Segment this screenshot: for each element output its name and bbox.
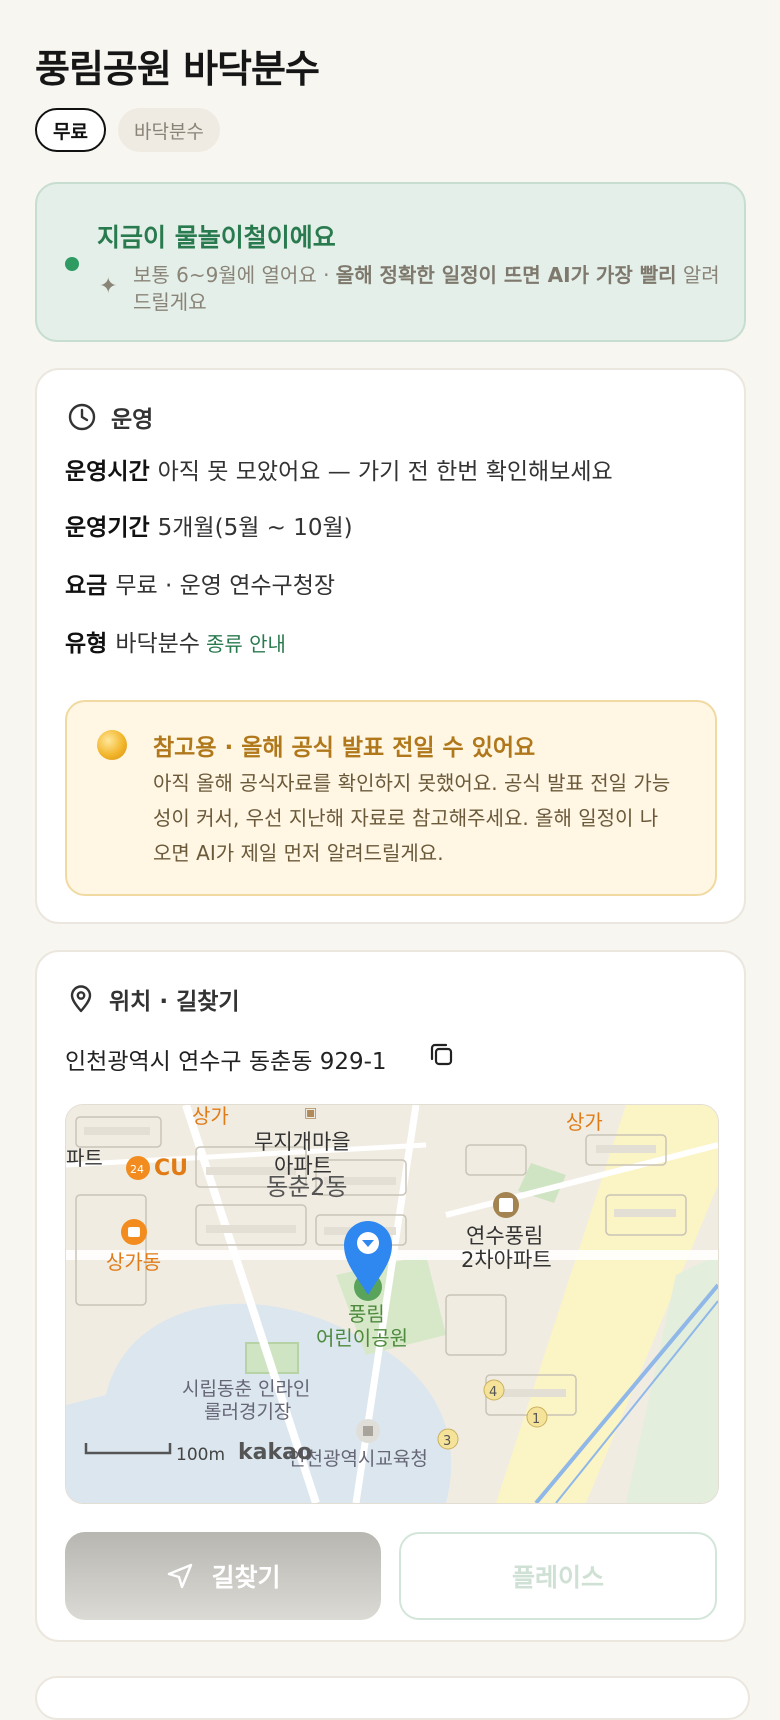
map-label-sangga-tl: 상가 bbox=[192, 1105, 229, 1128]
map-cu-badge: 24 bbox=[130, 1163, 144, 1176]
directions-label: 길찾기 bbox=[211, 1563, 281, 1592]
row-period: 운영기간 5개월(5월 ~ 10월) bbox=[65, 508, 353, 542]
row-label: 운영기간 bbox=[65, 515, 150, 541]
row-value: 5개월(5월 ~ 10월) bbox=[157, 515, 353, 541]
operation-card: 운영 운영시간 아직 못 모았어요 — 가기 전 한번 확인해보세요 운영기간 5개… bbox=[35, 368, 746, 924]
tag-chips: 무료 바닥분수 bbox=[35, 108, 220, 152]
reference-notice: 참고용 · 올해 공식 발표 전일 수 있어요 아직 올해 공식자료를 확인하지… bbox=[65, 700, 717, 896]
season-description: 보통 6~9월에 열어요 · 올해 정확한 일정이 뜨면 AI가 가장 빨리 알… bbox=[133, 262, 723, 316]
map-label-rainbow-1: 무지개마을 bbox=[254, 1130, 351, 1154]
season-sub-bold: 올해 정확한 일정이 뜨면 AI가 가장 빨리 bbox=[335, 263, 677, 287]
chip-floor-fountain[interactable]: 바닥분수 bbox=[117, 108, 220, 152]
map-brand-kakao: kakao bbox=[238, 1440, 312, 1465]
location-heading-label: 위치 · 길찾기 bbox=[109, 989, 240, 1015]
notice-title: 참고용 · 올해 공식 발표 전일 수 있어요 bbox=[153, 735, 536, 761]
notice-body: 아직 올해 공식자료를 확인하지 못했어요. 공식 발표 전일 가능성이 커서,… bbox=[153, 771, 671, 865]
address-text: 인천광역시 연수구 동춘동 929-1 bbox=[65, 1049, 387, 1075]
map-marker-4: 4 bbox=[489, 1385, 497, 1400]
row-label: 운영시간 bbox=[65, 459, 150, 485]
place-button[interactable]: 플레이스 bbox=[399, 1532, 717, 1620]
map-marker-1: 1 bbox=[532, 1412, 540, 1427]
season-banner: 지금이 물놀이철이에요 ✦ 보통 6~9월에 열어요 · 올해 정확한 일정이 … bbox=[35, 182, 746, 342]
map-label-sanggadong: 상가동 bbox=[106, 1250, 161, 1274]
map-label-rink-1: 시립동춘 인라인 bbox=[182, 1378, 310, 1400]
map-label-yeonsu-2: 2차아파트 bbox=[461, 1248, 552, 1272]
map-label-dong: 동춘2동 bbox=[266, 1173, 348, 1201]
map-label-park-1: 풍림 bbox=[348, 1302, 385, 1326]
sparkle-icon: ✦ bbox=[99, 274, 118, 299]
row-fee: 요금 무료 · 운영 연수구청장 bbox=[65, 566, 335, 600]
coin-icon bbox=[97, 730, 127, 760]
map-label-rink-2: 롤러경기장 bbox=[204, 1401, 291, 1423]
row-label: 요금 bbox=[65, 573, 108, 599]
map-label-apt-left: 파트 bbox=[66, 1146, 103, 1170]
map-view[interactable]: 상가 상가 ▣ 무지개마을 아파트 동춘2동 파트 24 CU 상가동 연수풍림 bbox=[65, 1104, 719, 1504]
location-card: 위치 · 길찾기 인천광역시 연수구 동춘동 929-1 상가 상가 ▣ 무지개… bbox=[35, 950, 746, 1642]
page-title: 풍림공원 바닥분수 bbox=[35, 47, 320, 91]
operation-heading-label: 운영 bbox=[111, 407, 154, 433]
row-hours: 운영시간 아직 못 모았어요 — 가기 전 한번 확인해보세요 bbox=[65, 452, 613, 486]
map-canvas: 상가 상가 ▣ 무지개마을 아파트 동춘2동 파트 24 CU 상가동 연수풍림 bbox=[66, 1105, 718, 1503]
map-marker-3: 3 bbox=[443, 1434, 451, 1449]
type-guide-link[interactable]: 종류 안내 bbox=[206, 632, 286, 656]
svg-text:▣: ▣ bbox=[304, 1105, 317, 1121]
chip-free[interactable]: 무료 bbox=[35, 108, 106, 152]
row-value: 아직 못 모았어요 — 가기 전 한번 확인해보세요 bbox=[157, 459, 613, 485]
location-pin-icon bbox=[70, 985, 92, 1013]
directions-button[interactable]: 길찾기 bbox=[65, 1532, 381, 1620]
row-label: 유형 bbox=[65, 631, 108, 657]
clock-icon bbox=[68, 403, 96, 431]
season-sub-plain: 보통 6~9월에 열어요 · bbox=[133, 263, 336, 287]
row-type: 유형 바닥분수 종류 안내 bbox=[65, 624, 286, 658]
next-card-edge bbox=[35, 1676, 750, 1720]
row-value: 바닥분수 bbox=[115, 631, 200, 657]
location-heading: 위치 · 길찾기 bbox=[67, 982, 240, 1016]
row-value: 무료 · 운영 연수구청장 bbox=[115, 573, 336, 599]
season-headline: 지금이 물놀이철이에요 bbox=[97, 223, 336, 252]
map-label-yeonsu-1: 연수풍림 bbox=[466, 1224, 543, 1248]
navigation-arrow-icon bbox=[168, 1563, 193, 1589]
map-scale-label: 100m bbox=[176, 1445, 225, 1465]
status-dot bbox=[65, 257, 79, 271]
map-label-park-2: 어린이공원 bbox=[316, 1326, 408, 1350]
map-label-sangga-tr: 상가 bbox=[566, 1110, 603, 1134]
copy-icon[interactable] bbox=[427, 1040, 457, 1074]
map-label-cu: CU bbox=[154, 1156, 188, 1181]
operation-heading: 운영 bbox=[67, 400, 153, 434]
